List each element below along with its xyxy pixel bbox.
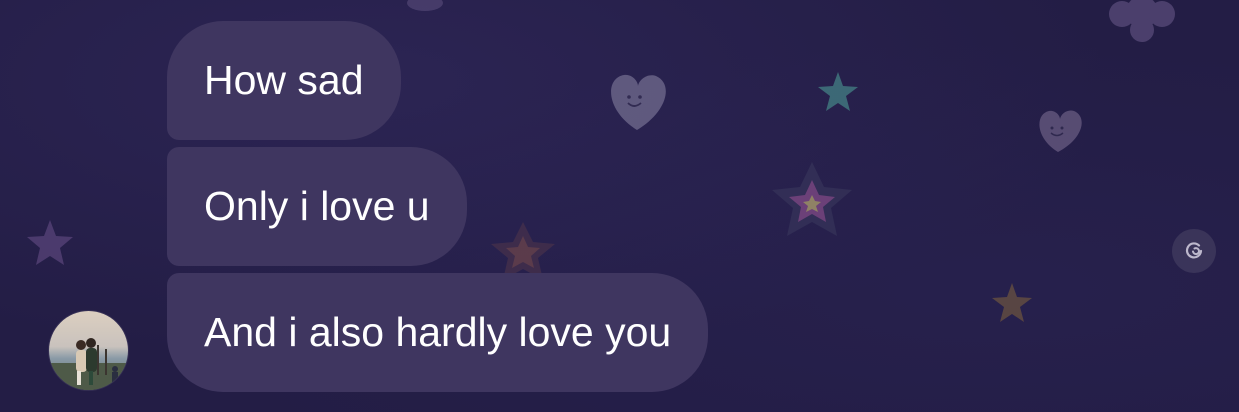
message-bubble[interactable]: And i also hardly love you: [167, 273, 709, 392]
star-sticker-icon: [27, 220, 73, 265]
cloud-sticker-icon: [407, 0, 443, 11]
refresh-icon: [1185, 242, 1203, 259]
star-sticker-icon: [491, 222, 555, 280]
star-sticker-icon: [818, 72, 858, 111]
contact-avatar-photo-icon: [49, 311, 128, 390]
message-text: Only i love u: [204, 183, 430, 229]
refresh-button[interactable]: [1172, 229, 1216, 273]
message-text: How sad: [204, 57, 364, 103]
heart-sticker-icon: [611, 74, 666, 130]
flower-sticker-icon: [1109, 0, 1175, 42]
star-sticker-icon: [992, 283, 1032, 322]
contact-avatar[interactable]: [49, 311, 128, 390]
message-bubble[interactable]: Only i love u: [167, 147, 467, 266]
message-bubble[interactable]: How sad: [167, 21, 401, 140]
message-text: And i also hardly love you: [204, 309, 672, 355]
star-sticker-icon: [772, 162, 852, 236]
heart-sticker-icon: [1039, 110, 1082, 152]
